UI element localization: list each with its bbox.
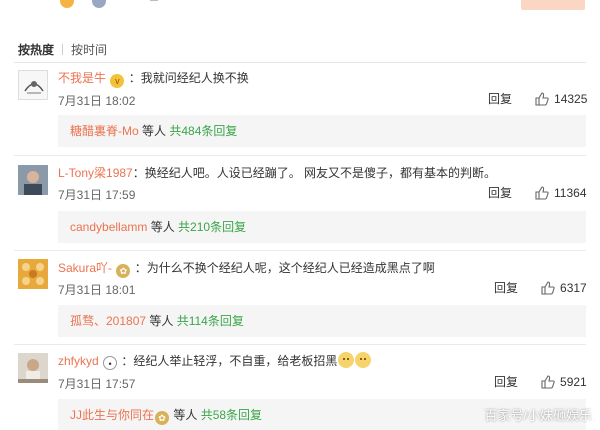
reply-username[interactable]: candybellamm bbox=[70, 220, 147, 234]
reply-count-link[interactable]: 共210条回复 bbox=[178, 220, 246, 234]
reply-count-link[interactable]: 共484条回复 bbox=[169, 124, 237, 138]
watermark: 百家号/小妹砸娱乐 bbox=[484, 408, 592, 423]
username[interactable]: L-Tony梁1987 bbox=[58, 166, 133, 180]
divider bbox=[14, 344, 586, 345]
comment-content: 不我是牛 v ：我就问经纪人换不换 bbox=[58, 69, 249, 88]
divider bbox=[14, 62, 586, 63]
comment-time: 7月31日 18:01 bbox=[58, 283, 136, 297]
comment-actions: 回复 5921 bbox=[494, 373, 587, 390]
top-bar bbox=[0, 0, 600, 30]
tab-sort-by-time[interactable]: 按时间 bbox=[71, 41, 107, 58]
avatar[interactable] bbox=[18, 70, 48, 100]
reply-connector: 等人 bbox=[146, 314, 177, 328]
sub-replies[interactable]: 孤骛、201807 等人 共114条回复 bbox=[58, 305, 586, 337]
member-badge-icon: ✿ bbox=[155, 411, 170, 425]
comment-text: ：换经纪人吧。人设已经蹦了。 网友又不是傻子，都有基本的判断。 bbox=[132, 166, 497, 180]
avatar[interactable] bbox=[18, 165, 48, 195]
reply-connector: 等人 bbox=[170, 408, 201, 422]
member-badge-icon: v bbox=[110, 74, 125, 88]
comment-content: L-Tony梁1987：换经纪人吧。人设已经蹦了。 网友又不是傻子，都有基本的判… bbox=[58, 164, 496, 181]
like-count: 5921 bbox=[560, 374, 587, 389]
more-icon[interactable] bbox=[150, 0, 158, 1]
reply-button[interactable]: 回复 bbox=[488, 90, 512, 107]
comment-content: zhfykyd • ：经纪人举止轻浮，不自重，给老板招黑 bbox=[58, 352, 372, 370]
divider bbox=[14, 155, 586, 156]
sub-replies[interactable]: 糖醋裏脊-Mo 等人 共484条回复 bbox=[58, 115, 586, 147]
reply-username[interactable]: 孤骛、201807 bbox=[70, 314, 146, 328]
like-count: 14325 bbox=[554, 91, 588, 106]
reply-button[interactable]: 回复 bbox=[494, 279, 518, 296]
comment-text: ：为什么不换个经纪人呢，这个经纪人已经造成黑点了啊 bbox=[134, 261, 435, 275]
reply-username[interactable]: 糖醋裏脊-Mo bbox=[70, 124, 139, 138]
comment-actions: 回复 11364 bbox=[488, 184, 587, 201]
reply-connector: 等人 bbox=[147, 220, 179, 234]
like-count: 11364 bbox=[554, 185, 587, 200]
avatar[interactable] bbox=[18, 353, 48, 383]
divider bbox=[14, 250, 586, 251]
username[interactable]: 不我是牛 bbox=[58, 71, 106, 85]
submit-button[interactable] bbox=[521, 0, 585, 10]
like-icon[interactable] bbox=[534, 185, 550, 201]
reply-count-link[interactable]: 共114条回复 bbox=[177, 314, 244, 328]
comment-content: Sakura吖- ✿ ：为什么不换个经纪人呢，这个经纪人已经造成黑点了啊 bbox=[58, 259, 435, 278]
sub-replies[interactable]: candybellamm 等人 共210条回复 bbox=[58, 211, 586, 243]
username[interactable]: zhfykyd bbox=[58, 354, 99, 368]
reply-username[interactable]: JJ此生与你同在 bbox=[70, 408, 154, 422]
reply-button[interactable]: 回复 bbox=[494, 373, 518, 390]
username[interactable]: Sakura吖- bbox=[58, 261, 112, 275]
image-icon[interactable] bbox=[92, 0, 106, 8]
panda-badge-icon: • bbox=[103, 356, 118, 370]
sort-tabs: 按热度 按时间 bbox=[18, 40, 107, 58]
comment-actions: 回复 6317 bbox=[494, 279, 587, 296]
comment-time: 7月31日 17:57 bbox=[58, 377, 136, 391]
reply-connector: 等人 bbox=[138, 124, 170, 138]
comment-time: 7月31日 18:02 bbox=[58, 94, 136, 108]
like-icon[interactable] bbox=[534, 91, 550, 107]
tab-separator bbox=[62, 43, 64, 55]
smile-emoji-icon bbox=[355, 352, 372, 368]
like-count: 6317 bbox=[560, 280, 587, 295]
avatar[interactable] bbox=[18, 259, 48, 289]
comment-time: 7月31日 17:59 bbox=[58, 188, 136, 202]
tab-sort-by-hot[interactable]: 按热度 bbox=[18, 41, 54, 58]
like-icon[interactable] bbox=[540, 280, 556, 296]
comment-text: ：我就问经纪人换不换 bbox=[128, 71, 249, 85]
smile-emoji-icon bbox=[338, 352, 355, 368]
emoji-icon[interactable] bbox=[60, 0, 74, 8]
comment-actions: 回复 14325 bbox=[488, 90, 587, 107]
reply-count-link[interactable]: 共58条回复 bbox=[201, 408, 262, 422]
reply-button[interactable]: 回复 bbox=[488, 184, 512, 201]
like-icon[interactable] bbox=[540, 374, 556, 390]
member-badge-icon: ✿ bbox=[116, 264, 131, 278]
comment-text: ：经纪人举止轻浮，不自重，给老板招黑 bbox=[121, 354, 338, 368]
